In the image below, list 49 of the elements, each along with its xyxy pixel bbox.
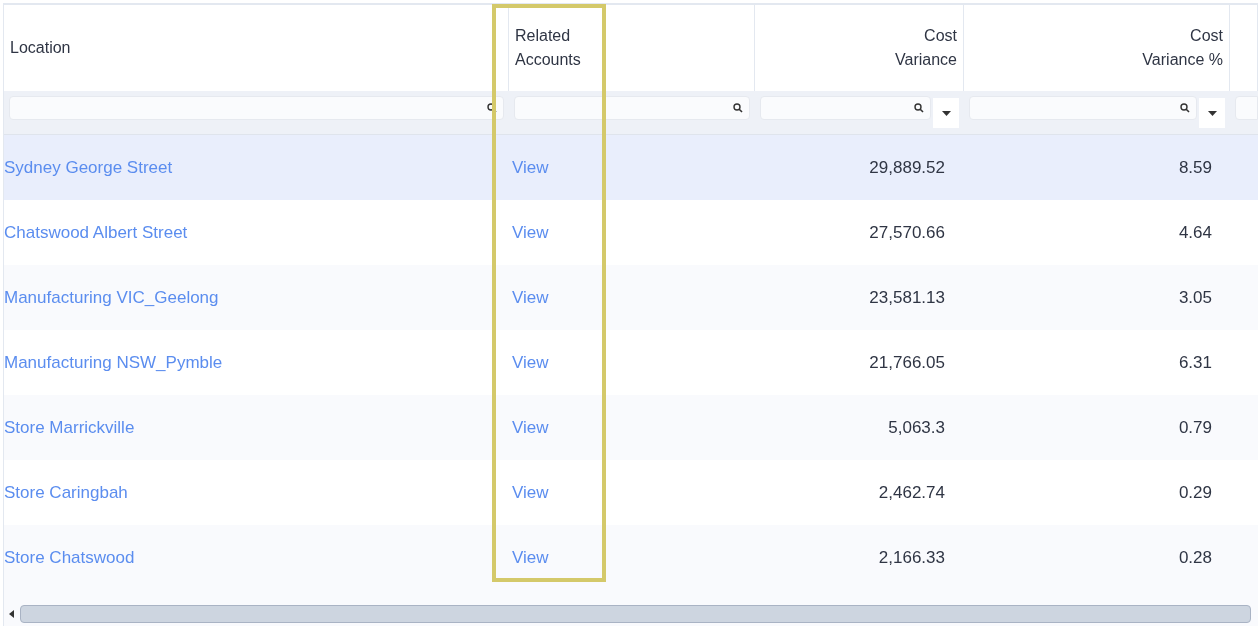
table-cell-text: 6.31 [1178, 351, 1212, 374]
search-icon [1180, 103, 1190, 113]
view-link[interactable]: View [512, 547, 549, 567]
filter-field[interactable] [514, 96, 750, 120]
column-header[interactable]: Cost Variance % [1133, 24, 1223, 72]
view-link[interactable]: View [512, 352, 549, 372]
caret-down-icon [941, 110, 951, 116]
view-link[interactable]: View [512, 417, 549, 437]
table-cell-text: 8.59 [1178, 156, 1212, 179]
table-cell-text: 0.29 [1178, 481, 1212, 504]
table-cell-text: 0.28 [1178, 546, 1212, 569]
location-link[interactable]: Store Marrickville [4, 417, 135, 437]
horizontal-scrollbar[interactable] [20, 605, 1251, 623]
location-link[interactable]: Manufacturing VIC_Geelong [4, 287, 219, 307]
filter-dropdown-button[interactable] [933, 98, 959, 128]
search-icon [914, 103, 924, 113]
location-link[interactable]: Sydney George Street [4, 157, 173, 177]
column-header[interactable]: Location [10, 36, 71, 60]
view-link[interactable]: View [512, 157, 549, 177]
filter-field[interactable] [969, 96, 1197, 120]
table-cell-text: 3.05 [1178, 286, 1212, 309]
table-cell-text: 23,581.13 [869, 286, 945, 309]
filter-field[interactable] [760, 96, 931, 120]
table-cell-text: 0.79 [1178, 416, 1212, 439]
table-cell-text: 27,570.66 [869, 221, 945, 244]
view-link[interactable]: View [512, 222, 549, 242]
column-header[interactable]: Related Accounts [515, 24, 605, 72]
column-header[interactable]: Cost Variance [867, 24, 957, 72]
view-link[interactable]: View [512, 482, 549, 502]
table-cell-text: 29,889.52 [869, 156, 945, 179]
table-cell-text: 2,462.74 [878, 481, 945, 504]
search-icon [733, 103, 743, 113]
table-row[interactable]: Store Marrickville View 5,063.3 0.79 [4, 395, 1258, 460]
location-link[interactable]: Chatswood Albert Street [4, 222, 188, 242]
view-link[interactable]: View [512, 287, 549, 307]
scroll-left-icon[interactable] [9, 610, 14, 618]
table-cell-text: 4.64 [1178, 221, 1212, 244]
filter-dropdown-button[interactable] [1199, 98, 1225, 128]
location-link[interactable]: Store Chatswood [4, 547, 135, 567]
table-row[interactable]: Store Chatswood View 2,166.33 0.28 [4, 525, 1258, 590]
table-cell-text: 5,063.3 [888, 416, 945, 439]
table-cell-text: 21,766.05 [869, 351, 945, 374]
table-cell-text: 2,166.33 [878, 546, 945, 569]
caret-down-icon [1207, 110, 1217, 116]
table-row[interactable]: Manufacturing VIC_Geelong View 23,581.13 3.05 [4, 265, 1258, 330]
table-row[interactable]: Sydney George Street View 29,889.52 8.59 [4, 135, 1258, 200]
location-link[interactable]: Manufacturing NSW_Pymble [4, 352, 223, 372]
location-link[interactable]: Store Caringbah [4, 482, 128, 502]
filter-field[interactable] [9, 96, 504, 120]
